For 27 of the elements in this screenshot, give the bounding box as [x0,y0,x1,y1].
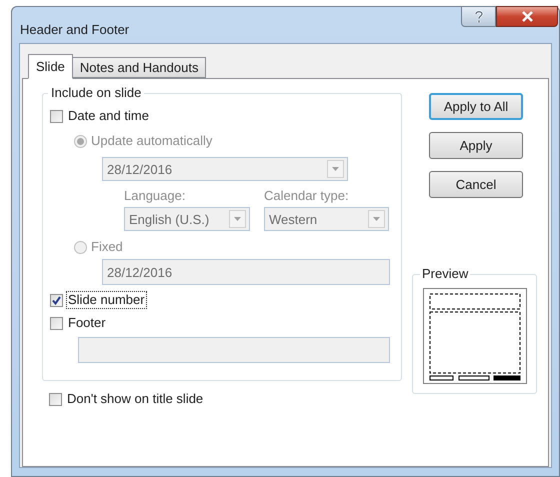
checkbox[interactable] [50,110,63,123]
dialog-button[interactable]: Cancel [429,171,523,198]
help-button[interactable] [461,6,496,27]
field-label: Calendar type: [264,188,350,204]
close-icon [520,11,534,22]
checkbox-label: Footer [67,315,107,332]
tab[interactable]: Slide [28,54,73,80]
window-title: Header and Footer [20,21,130,39]
checkbox[interactable] [50,316,63,330]
checkbox-label: Slide number [67,292,146,308]
dropdown-arrow-icon [234,217,241,222]
radio-label: Update automatically [91,133,212,150]
checkbox-label: Date and time [67,108,150,124]
checkmark-icon [51,294,62,306]
checkbox[interactable] [49,392,62,406]
tab[interactable]: Notes and Handouts [72,57,206,78]
footer-text-field[interactable] [78,337,390,364]
field-label: Language: [124,188,186,204]
dialog-button[interactable]: Apply to All [429,93,523,120]
dialog-button[interactable]: Apply [429,132,523,160]
radio-label: Fixed [91,239,123,256]
checkbox[interactable] [50,294,63,307]
close-button[interactable] [496,6,558,27]
dropdown-arrow-icon [373,217,380,222]
checkbox-label: Don't show on title slide [66,391,204,408]
dropdown-arrow-icon [332,167,339,172]
help-icon [474,10,484,23]
